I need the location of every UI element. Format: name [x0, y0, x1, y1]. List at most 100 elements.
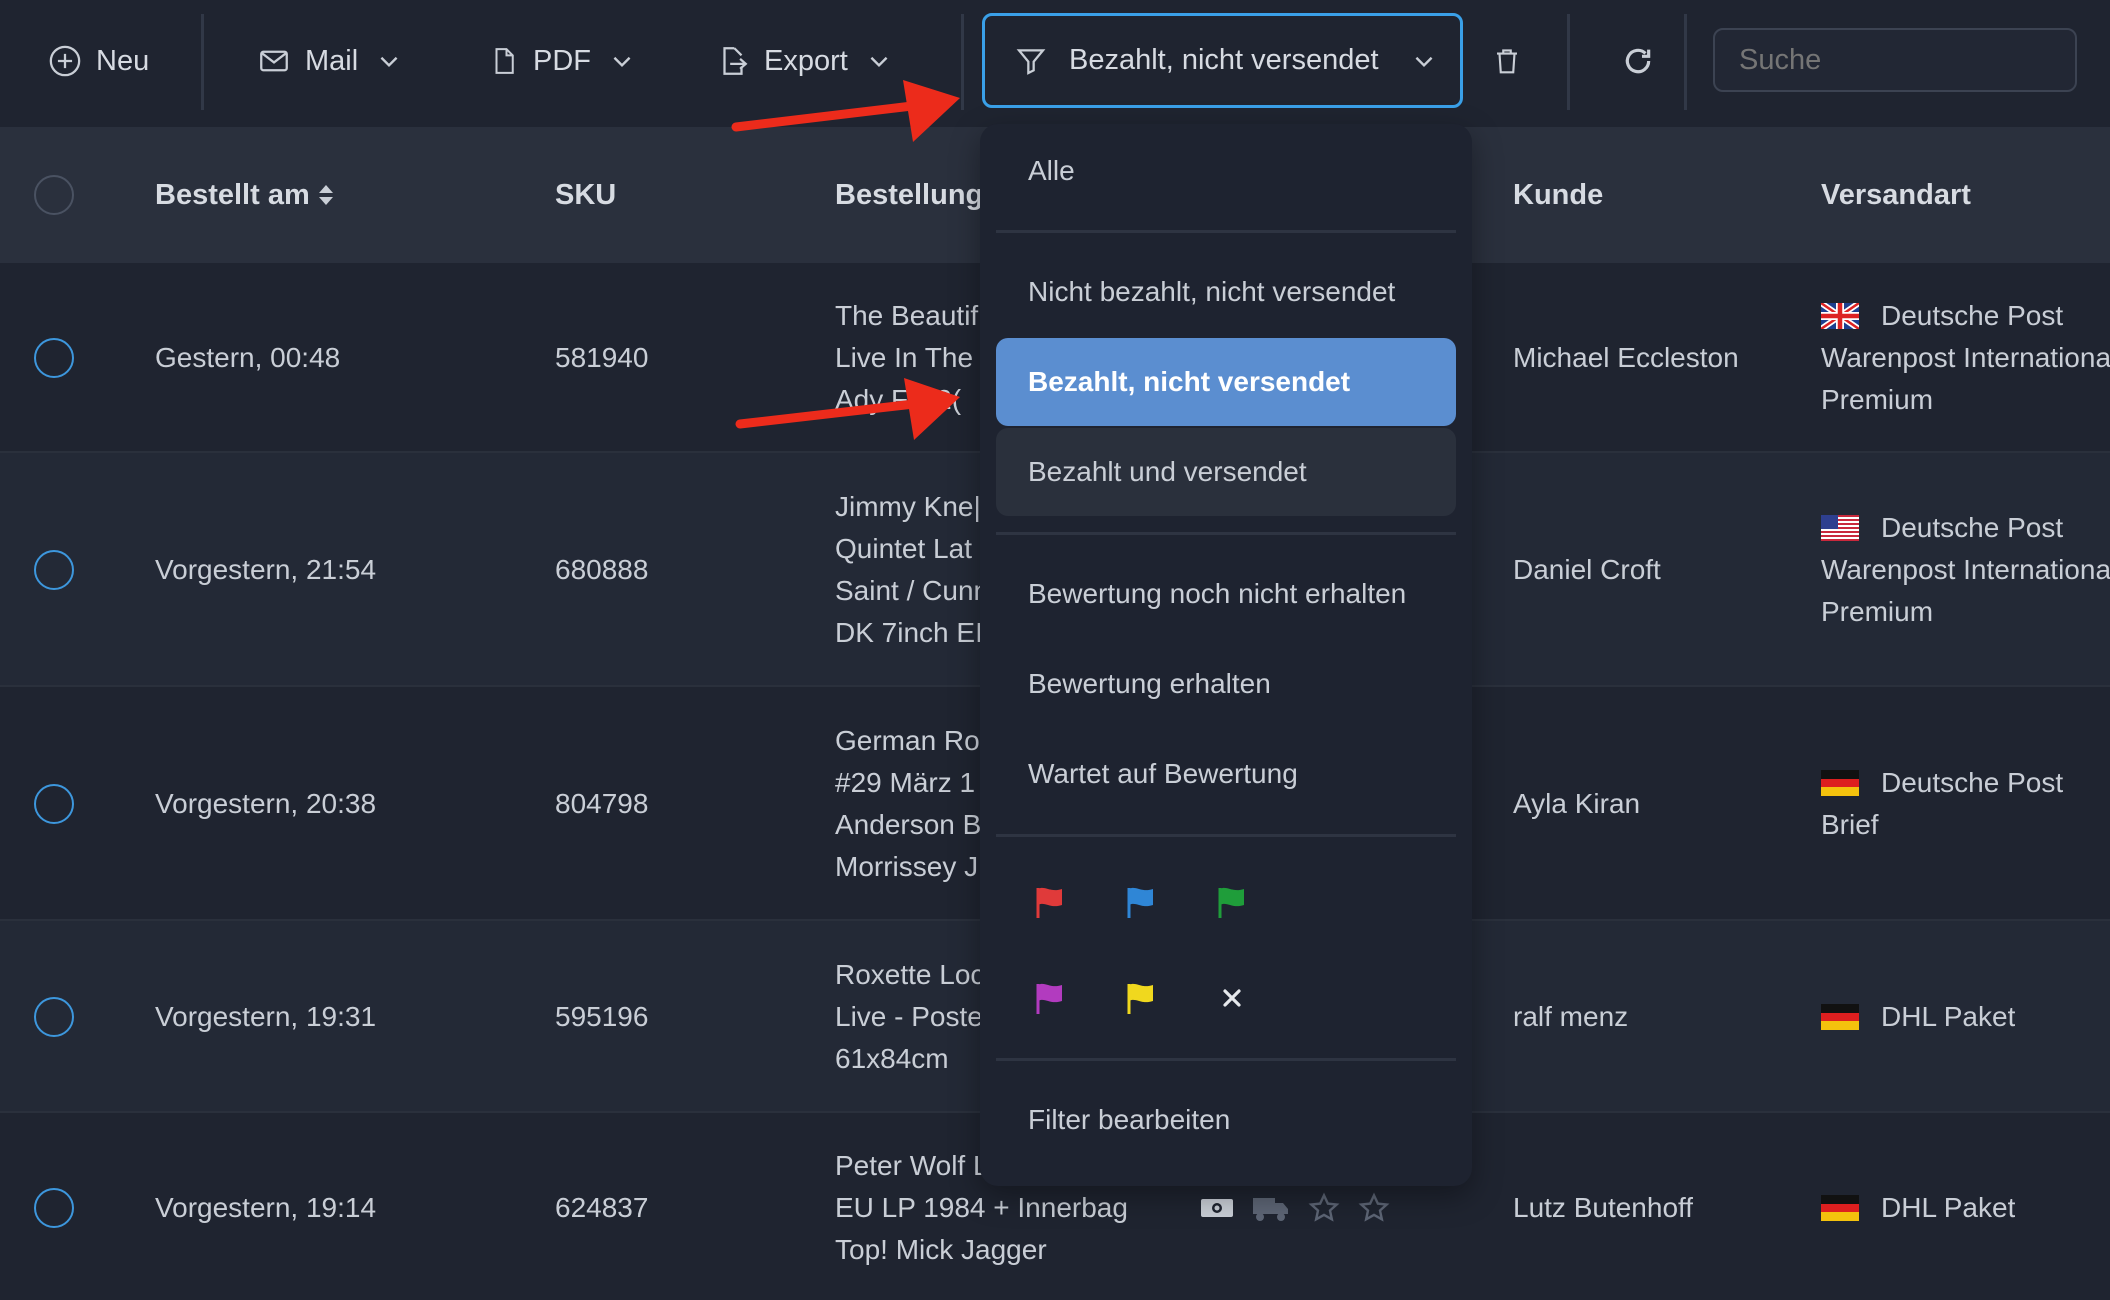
export-icon [723, 47, 748, 75]
search-input[interactable] [1713, 28, 2077, 92]
column-header-shipping: Versandart [1821, 127, 1971, 263]
filter-option-paid-not-shipped[interactable]: Bezahlt, nicht versendet [996, 338, 1456, 426]
order-sku: 680888 [555, 554, 649, 585]
filter-option-label: Bezahlt, nicht versendet [1028, 366, 1351, 397]
order-date: Gestern, 00:48 [155, 342, 341, 373]
row-checkbox[interactable] [34, 1188, 74, 1228]
filter-dropdown-button[interactable]: Bezahlt, nicht versendet [982, 13, 1463, 108]
mail-icon [260, 50, 288, 72]
filter-option-label: Bewertung erhalten [1028, 668, 1271, 699]
column-header-label: SKU [555, 178, 617, 211]
pdf-button[interactable]: PDF [489, 0, 635, 122]
yellow-flag-icon[interactable] [1121, 978, 1161, 1018]
menu-divider [996, 834, 1456, 837]
filter-label: Bezahlt, nicht versendet [1069, 44, 1379, 76]
money-icon [1201, 1199, 1233, 1217]
column-header-customer: Kunde [1513, 127, 1603, 263]
filter-option-rating-received[interactable]: Bewertung erhalten [996, 640, 1456, 728]
shipping-line: Deutsche Post [1881, 300, 2064, 331]
star-icon [1308, 1192, 1340, 1222]
row-checkbox[interactable] [34, 550, 74, 590]
chevron-down-icon [380, 56, 398, 68]
shipping-method: DHL Paket [1821, 1187, 2015, 1229]
toolbar-divider [1567, 14, 1570, 110]
shipping-line: Warenpost Internationa [1821, 342, 2110, 373]
row-checkbox[interactable] [34, 997, 74, 1037]
shipping-line: Deutsche Post [1881, 512, 2064, 543]
column-header-ordered-at[interactable]: Bestellt am [155, 127, 336, 263]
filter-option-label: Nicht bezahlt, nicht versendet [1028, 276, 1396, 307]
order-sku: 595196 [555, 1001, 649, 1032]
filter-option-label: Filter bearbeiten [1028, 1104, 1231, 1135]
sort-icon [318, 185, 333, 205]
new-button-label: Neu [96, 44, 150, 77]
shipping-method: Deutsche Post Warenpost Internationa Pre… [1821, 507, 2110, 633]
order-line: Top! Mick Jagger [835, 1234, 1047, 1265]
star-icon [1358, 1192, 1390, 1222]
toolbar-divider [201, 14, 204, 110]
filter-option-label: Alle [1028, 155, 1075, 186]
new-button[interactable]: Neu [48, 0, 149, 122]
order-date: Vorgestern, 19:31 [155, 1001, 377, 1032]
red-flag-icon[interactable] [1030, 882, 1070, 922]
filter-option-paid-and-shipped[interactable]: Bezahlt und versendet [996, 428, 1456, 516]
customer-name: Ayla Kiran [1513, 788, 1641, 819]
refresh-button[interactable] [1622, 0, 1654, 122]
filter-option-awaiting-rating[interactable]: Wartet auf Bewertung [996, 730, 1456, 818]
shipping-line: DHL Paket [1881, 1001, 2016, 1032]
order-date: Vorgestern, 20:38 [155, 788, 377, 819]
blue-flag-icon[interactable] [1121, 882, 1161, 922]
close-icon[interactable] [1212, 978, 1252, 1018]
filter-icon [1016, 48, 1046, 75]
toolbar-divider [961, 14, 964, 110]
row-checkbox[interactable] [34, 338, 74, 378]
shipping-method: DHL Paket [1821, 996, 2015, 1038]
refresh-icon [1625, 48, 1651, 74]
row-checkbox[interactable] [34, 784, 74, 824]
column-header-sku: SKU [555, 127, 616, 263]
truck-icon [1253, 1198, 1288, 1221]
customer-name: Daniel Croft [1513, 554, 1661, 585]
shipping-line: DHL Paket [1881, 1192, 2016, 1223]
delete-button[interactable] [1492, 0, 1522, 122]
filter-option-label: Bewertung noch nicht erhalten [1028, 578, 1407, 609]
document-icon [495, 48, 514, 74]
order-sku: 804798 [555, 788, 649, 819]
order-date: Vorgestern, 21:54 [155, 554, 377, 585]
export-button[interactable]: Export [716, 0, 892, 122]
de-flag-icon [1821, 770, 1859, 796]
filter-option-rating-not-received[interactable]: Bewertung noch nicht erhalten [996, 550, 1456, 638]
shipping-line: Deutsche Post [1881, 767, 2064, 798]
shipping-line: Brief [1821, 809, 1879, 840]
filter-option-label: Wartet auf Bewertung [1028, 758, 1298, 789]
mail-button[interactable]: Mail [257, 0, 402, 122]
toolbar: Neu Mail PDF Export Bezahlt, nicht verse… [0, 0, 2110, 127]
export-button-label: Export [764, 44, 848, 77]
shipping-method: Deutsche Post Warenpost Internationa Pre… [1821, 295, 2110, 421]
column-header-order: Bestellung [835, 127, 983, 263]
de-flag-icon [1821, 1004, 1859, 1030]
column-header-label: Versandart [1821, 178, 1971, 211]
chevron-down-icon [1415, 56, 1432, 67]
order-sku: 581940 [555, 342, 649, 373]
menu-divider [996, 532, 1456, 535]
order-date: Vorgestern, 19:14 [155, 1192, 377, 1223]
trash-icon [1497, 49, 1517, 74]
us-flag-icon [1821, 515, 1859, 541]
green-flag-icon[interactable] [1212, 882, 1252, 922]
customer-name: Michael Eccleston [1513, 342, 1739, 373]
column-header-label: Kunde [1513, 178, 1604, 211]
menu-divider [996, 1058, 1456, 1061]
chevron-down-icon [870, 56, 888, 68]
filter-dropdown-menu: Alle Nicht bezahlt, nicht versendet Beza… [980, 124, 1472, 1186]
edit-filter-button[interactable]: Filter bearbeiten [996, 1076, 1456, 1164]
filter-option-all[interactable]: Alle [996, 127, 1456, 215]
mail-button-label: Mail [305, 44, 359, 77]
order-sku: 624837 [555, 1192, 649, 1223]
customer-name: Lutz Butenhoff [1513, 1192, 1694, 1223]
filter-option-not-paid-not-shipped[interactable]: Nicht bezahlt, nicht versendet [996, 248, 1456, 336]
uk-flag-icon [1821, 303, 1859, 329]
pdf-button-label: PDF [533, 44, 591, 77]
purple-flag-icon[interactable] [1030, 978, 1070, 1018]
select-all-checkbox[interactable] [34, 175, 74, 215]
